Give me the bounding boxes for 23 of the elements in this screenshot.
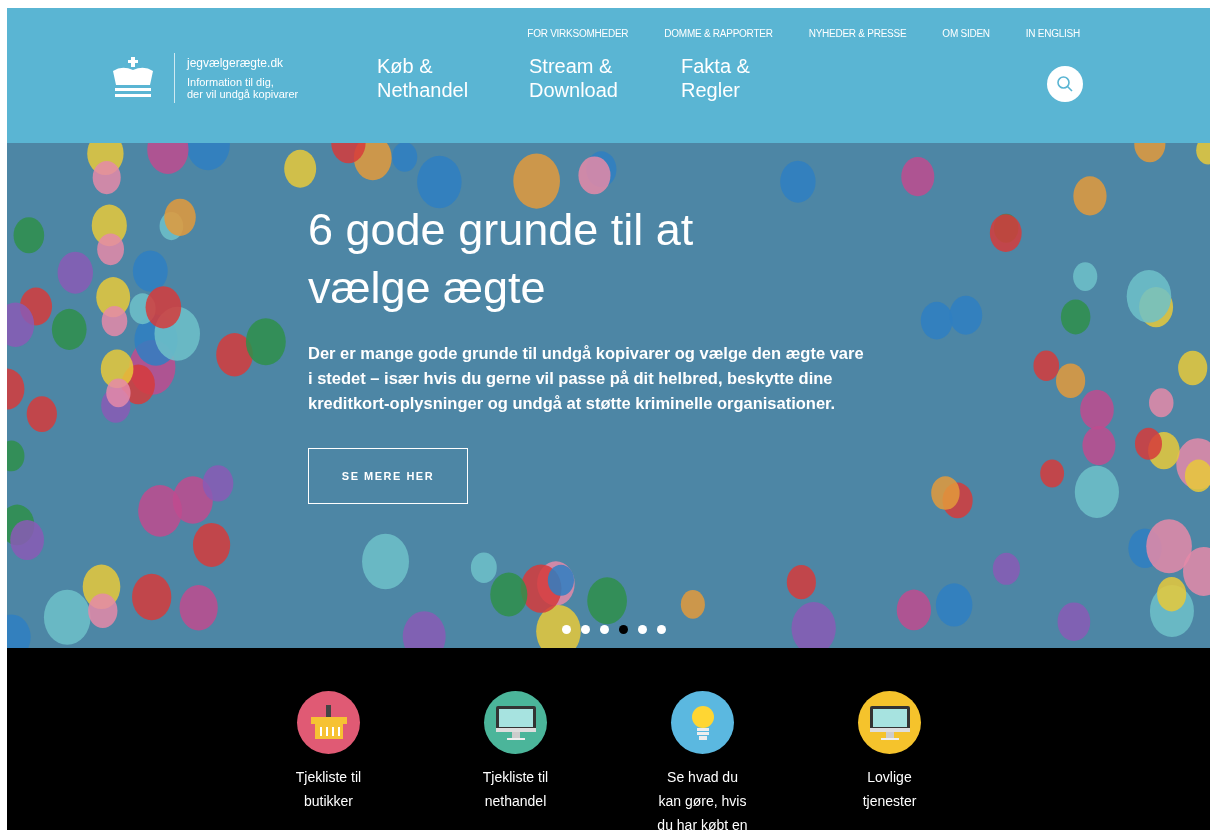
site-tagline: Information til dig, der vil undgå kopivarer	[187, 76, 300, 100]
feature-label[interactable]: Lovlige tjenester	[862, 765, 917, 813]
top-nav-link[interactable]: FOR VIRKSOMHEDER	[527, 26, 629, 41]
search-icon	[1056, 75, 1074, 93]
top-nav-link[interactable]: OM SIDEN	[942, 26, 990, 41]
top-nav-link[interactable]: DOMME & RAPPORTER	[664, 26, 773, 41]
see-more-button[interactable]: SE MERE HER	[308, 448, 468, 504]
feature-label[interactable]: Se hvad du kan gøre, hvis du har købt en	[657, 765, 748, 830]
monitor-icon	[868, 704, 911, 741]
crown-logo-icon	[110, 57, 156, 99]
monitor-icon	[494, 704, 537, 741]
hero-text: Der er mange gode grunde til undgå kopivarer og vælge den ægte vare i stedet – især hvis du gerne vil passe på dit helbred, beskytte dine kreditkort-oplysninger og undgå at støtte kriminelle organisationer.	[308, 343, 865, 414]
feature-label[interactable]: Tjekliste til butikker	[295, 765, 362, 813]
basket-icon	[308, 704, 349, 741]
main-nav-link[interactable]: Køb & Nethandel	[377, 54, 485, 102]
top-nav-link[interactable]: IN ENGLISH	[1025, 26, 1080, 41]
top-nav-link[interactable]: NYHEDER & PRESSE	[808, 26, 907, 41]
main-nav-link[interactable]: Fakta & Regler	[681, 54, 789, 102]
site-name: jegvælgerægte.dk	[187, 56, 285, 70]
hero-title: 6 gode grunde til at vælge ægte	[308, 203, 695, 315]
search-button[interactable]	[1047, 66, 1083, 102]
main-nav-link[interactable]: Stream & Download	[529, 54, 637, 102]
feature-label[interactable]: Tjekliste til nethandel	[482, 765, 549, 813]
